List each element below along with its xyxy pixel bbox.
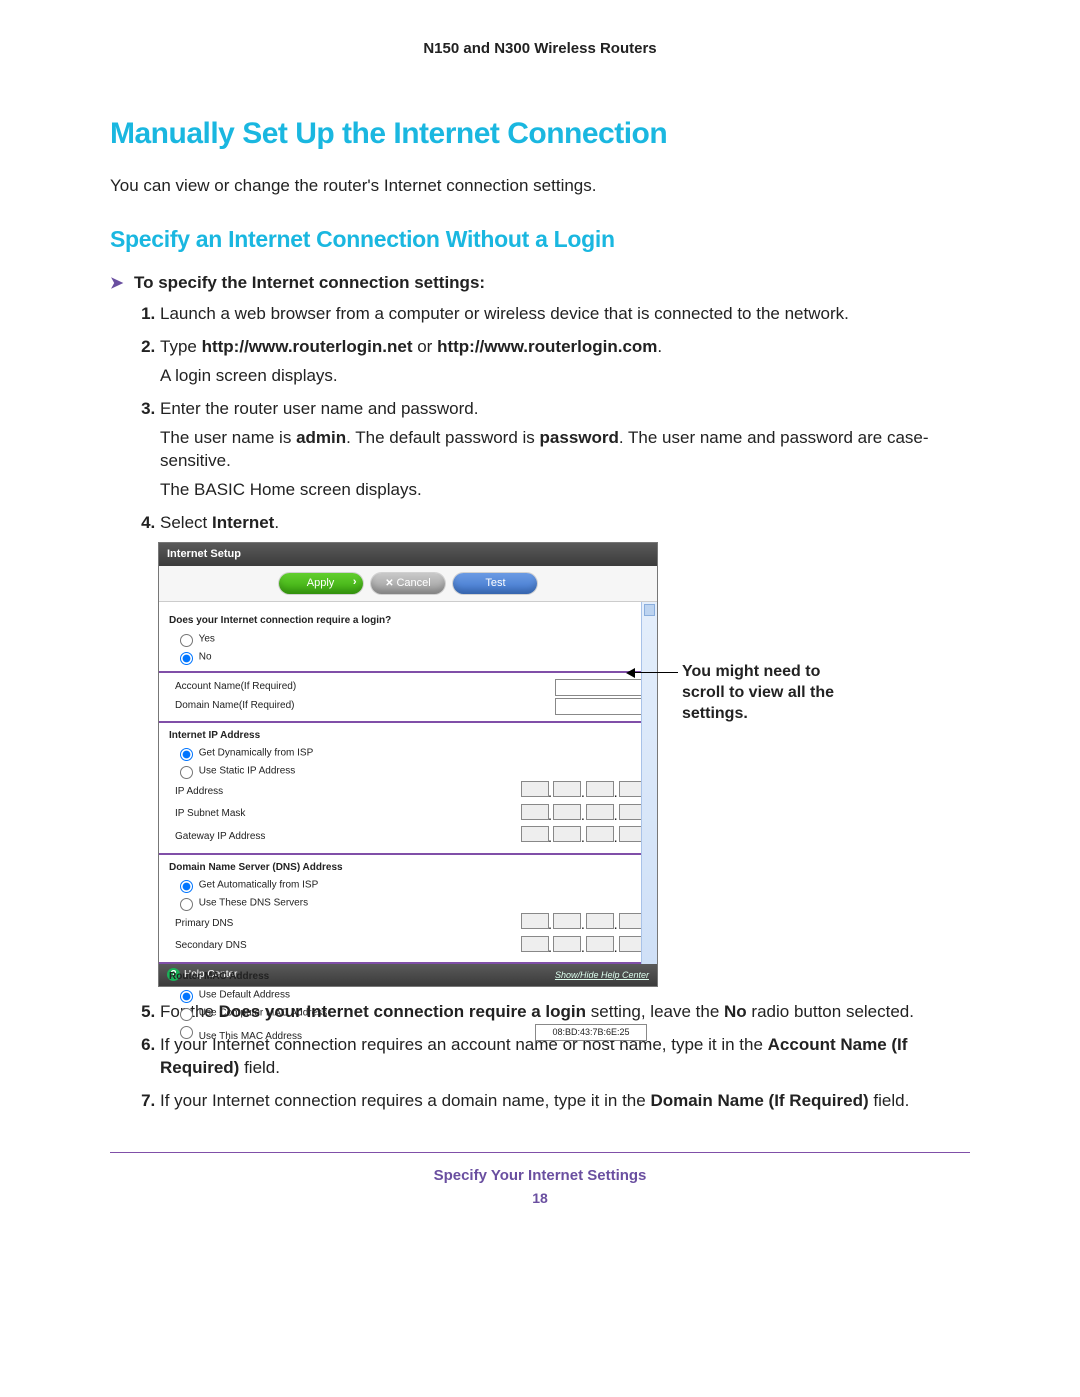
scrollbar[interactable] [641, 602, 657, 964]
apply-button[interactable]: Apply [279, 573, 363, 594]
intro-paragraph: You can view or change the router's Inte… [110, 175, 970, 198]
step-1: Launch a web browser from a computer or … [160, 303, 970, 326]
dns-section: Domain Name Server (DNS) Address [169, 861, 647, 875]
radio-dns-auto[interactable]: Get Automatically from ISP [175, 877, 647, 893]
panel-title: Internet Setup [159, 543, 657, 566]
account-name-field[interactable]: Account Name(If Required) [175, 679, 647, 696]
test-button[interactable]: Test [453, 573, 537, 594]
button-bar: Apply Cancel Test [159, 566, 657, 602]
chapter-footer: Specify Your Internet Settings [110, 1167, 970, 1184]
primary-dns-field[interactable]: Primary DNS ... [175, 913, 647, 934]
radio-mac-computer[interactable]: Use Computer MAC Address [175, 1005, 647, 1021]
step-3-text: Enter the router user name and password. [160, 399, 478, 418]
step-2-text: Type http://www.routerlogin.net or http:… [160, 337, 662, 356]
subsection-title: Specify an Internet Connection Without a… [110, 226, 970, 253]
ip-subnet-field[interactable]: IP Subnet Mask ... [175, 804, 647, 825]
doc-header: N150 and N300 Wireless Routers [110, 40, 970, 57]
ip-address-field[interactable]: IP Address ... [175, 781, 647, 802]
radio-ip-static[interactable]: Use Static IP Address [175, 763, 647, 779]
procedure-title: To specify the Internet connection setti… [134, 273, 485, 292]
callout-arrow-icon [628, 672, 678, 673]
radio-no[interactable]: No [175, 649, 647, 665]
step-7: If your Internet connection requires a d… [160, 1090, 970, 1113]
domain-name-field[interactable]: Domain Name(If Required) [175, 698, 647, 715]
scroll-callout: You might need to scroll to view all the… [682, 662, 852, 724]
ip-gateway-field[interactable]: Gateway IP Address ... [175, 826, 647, 847]
secondary-dns-field[interactable]: Secondary DNS ... [175, 936, 647, 957]
step-2: Type http://www.routerlogin.net or http:… [160, 336, 970, 388]
step-3-note-2: The BASIC Home screen displays. [160, 479, 970, 502]
login-question: Does your Internet connection require a … [169, 614, 647, 628]
screenshot-internet-setup: Internet Setup Apply Cancel Test Does yo… [158, 542, 658, 986]
step-4-text: Select Internet. [160, 513, 279, 532]
step-1-text: Launch a web browser from a computer or … [160, 304, 849, 323]
radio-dns-manual[interactable]: Use These DNS Servers [175, 895, 647, 911]
arrow-icon: ➤ [110, 273, 134, 293]
step-7-text: If your Internet connection requires a d… [160, 1091, 909, 1110]
procedure-steps: Launch a web browser from a computer or … [132, 303, 970, 1113]
step-2-note: A login screen displays. [160, 365, 970, 388]
step-3-note-1: The user name is admin. The default pass… [160, 427, 970, 473]
step-4: Select Internet. Internet Setup Apply Ca… [160, 512, 970, 987]
footer-separator [110, 1152, 970, 1153]
procedure-heading: ➤To specify the Internet connection sett… [110, 273, 970, 293]
page-number: 18 [110, 1190, 970, 1206]
section-title: Manually Set Up the Internet Connection [110, 117, 970, 151]
radio-yes[interactable]: Yes [175, 631, 647, 647]
step-3: Enter the router user name and password.… [160, 398, 970, 502]
ip-address-section: Internet IP Address [169, 729, 647, 743]
radio-mac-default[interactable]: Use Default Address [175, 987, 647, 1003]
radio-ip-dynamic[interactable]: Get Dynamically from ISP [175, 745, 647, 761]
radio-mac-this[interactable]: Use This MAC Address 08:BD:43:7B:6E:25 [175, 1023, 647, 1044]
mac-section: Router MAC Address [169, 970, 647, 984]
cancel-button[interactable]: Cancel [371, 573, 444, 594]
